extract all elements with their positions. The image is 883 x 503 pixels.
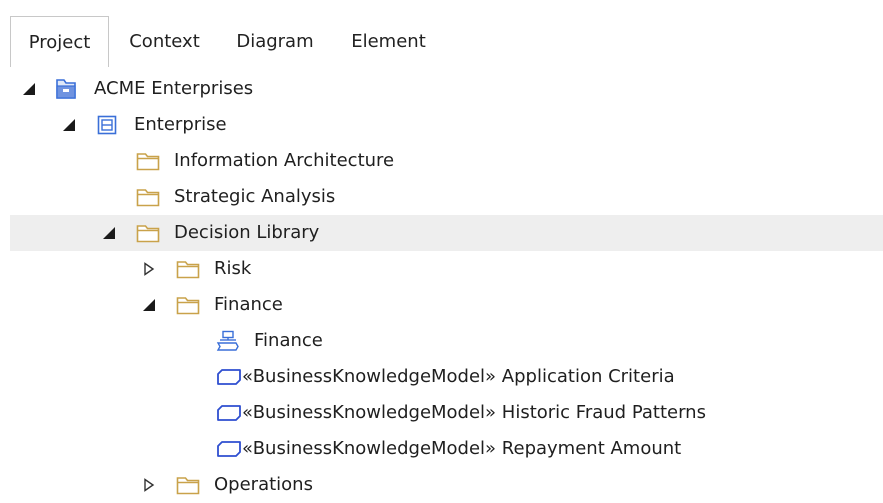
tree-item-strategic-analysis[interactable]: Strategic Analysis: [0, 179, 883, 215]
business-knowledge-model-icon: [216, 431, 242, 467]
tab-project[interactable]: Project: [10, 16, 109, 67]
package-icon: [94, 107, 120, 143]
folder-icon: [175, 467, 201, 503]
tree-item-label: Operations: [214, 474, 313, 495]
folder-icon: [135, 179, 161, 215]
expanded-triangle-icon[interactable]: [20, 71, 38, 107]
tree-item-operations[interactable]: Operations: [0, 467, 883, 503]
root-package-icon: [53, 71, 79, 107]
folder-icon: [135, 143, 161, 179]
tree-item-label: «BusinessKnowledgeModel» Application Cri…: [242, 366, 675, 387]
tree-item-label: Information Architecture: [174, 150, 395, 171]
folder-icon: [175, 251, 201, 287]
tree-item-finance-diagram[interactable]: Finance: [0, 323, 883, 359]
diagram-icon: [215, 323, 241, 359]
folder-icon: [175, 287, 201, 323]
tree-item-label: Finance: [254, 330, 323, 351]
project-browser-tree: ACME Enterprises Enterprise Information …: [0, 67, 883, 495]
tree-item-repayment-amount[interactable]: «BusinessKnowledgeModel» Repayment Amoun…: [0, 431, 883, 467]
tree-item-label: Finance: [214, 294, 283, 315]
tab-bar: Project Context Diagram Element: [0, 0, 883, 67]
tree-item-application-criteria[interactable]: «BusinessKnowledgeModel» Application Cri…: [0, 359, 883, 395]
tree-item-risk[interactable]: Risk: [0, 251, 883, 287]
tab-diagram[interactable]: Diagram: [225, 16, 325, 67]
tree-item-acme-enterprises[interactable]: ACME Enterprises: [0, 71, 883, 107]
tree-item-historic-fraud-patterns[interactable]: «BusinessKnowledgeModel» Historic Fraud …: [0, 395, 883, 431]
business-knowledge-model-icon: [216, 359, 242, 395]
collapsed-triangle-icon[interactable]: [140, 251, 158, 287]
tree-item-label: Risk: [214, 258, 252, 279]
tree-item-decision-library[interactable]: Decision Library: [10, 215, 883, 251]
tree-item-label: Strategic Analysis: [174, 186, 336, 207]
tab-element[interactable]: Element: [341, 16, 436, 67]
tab-context[interactable]: Context: [117, 16, 212, 67]
expanded-triangle-icon[interactable]: [100, 215, 118, 251]
tree-item-label: «BusinessKnowledgeModel» Historic Fraud …: [242, 402, 706, 423]
collapsed-triangle-icon[interactable]: [140, 467, 158, 503]
folder-icon: [135, 215, 161, 251]
tree-item-information-architecture[interactable]: Information Architecture: [0, 143, 883, 179]
tree-item-finance-folder[interactable]: Finance: [0, 287, 883, 323]
expanded-triangle-icon[interactable]: [60, 107, 78, 143]
business-knowledge-model-icon: [216, 395, 242, 431]
tree-item-label: ACME Enterprises: [94, 78, 254, 99]
expanded-triangle-icon[interactable]: [140, 287, 158, 323]
tree-item-label: «BusinessKnowledgeModel» Repayment Amoun…: [242, 438, 682, 459]
tree-item-label: Decision Library: [174, 222, 320, 243]
tree-item-label: Enterprise: [134, 114, 227, 135]
tree-item-enterprise[interactable]: Enterprise: [0, 107, 883, 143]
